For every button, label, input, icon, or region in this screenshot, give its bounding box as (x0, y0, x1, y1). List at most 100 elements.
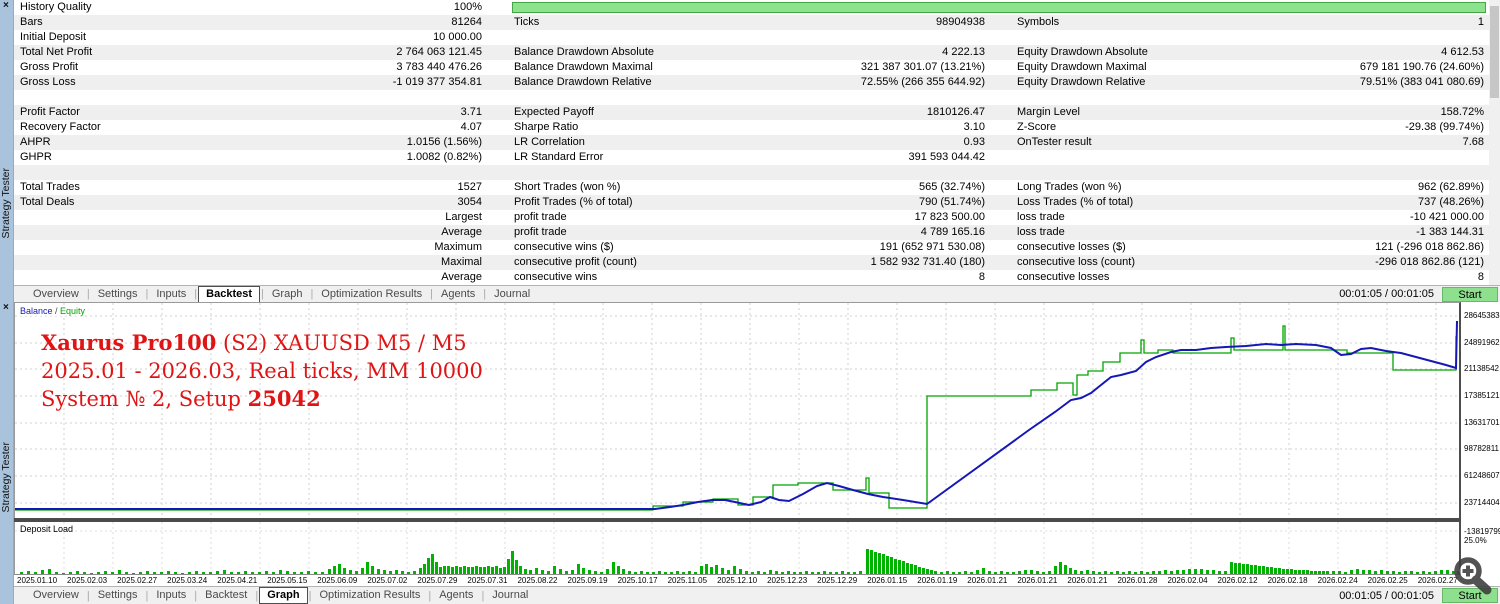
stat-label: Total Trades (20, 181, 80, 193)
stat-value: 3 783 440 476.26 (396, 61, 482, 73)
stat-value: 1.0156 (1.56%) (406, 136, 482, 148)
x-axis-date-label: 2026.02.04 (1167, 576, 1208, 585)
stat-value: -1 383 144.31 (1416, 226, 1484, 238)
strategy-tester-side-tab[interactable]: × Strategy Tester (0, 302, 14, 604)
stat-value: 72.55% (266 355 644.92) (860, 76, 985, 88)
stats-row[interactable]: AHPR 1.0156 (1.56%) LR Correlation 0.93 OnTe… (14, 135, 1489, 150)
tab-optimization-results[interactable]: Optimization Results (312, 588, 427, 603)
stats-row[interactable]: GHPR 1.0082 (0.82%) LR Standard Error 391 5… (14, 150, 1489, 165)
tab-agents[interactable]: Agents (432, 588, 480, 603)
stats-row-history-quality[interactable]: History Quality 100% (14, 0, 1489, 15)
tab-overview[interactable]: Overview (26, 287, 86, 302)
x-axis-date-label: 2025.06.09 (317, 576, 358, 585)
elapsed-time: 00:01:05 / 00:01:05 (1339, 589, 1434, 602)
x-axis-date-label: 2025.09.19 (567, 576, 608, 585)
start-button[interactable]: Start (1442, 286, 1498, 302)
scrollbar-thumb[interactable] (1490, 6, 1499, 98)
x-axis-date-label: 2025.02.27 (117, 576, 158, 585)
tab-inputs[interactable]: Inputs (149, 287, 193, 302)
tab-graph[interactable]: Graph (259, 587, 308, 604)
stats-row[interactable]: Total Net Profit 2 764 063 121.45 Balance … (14, 45, 1489, 60)
stat-label: Sharpe Ratio (514, 121, 579, 133)
tab-settings[interactable]: Settings (91, 287, 145, 302)
stats-row[interactable] (14, 165, 1489, 180)
stat-label: Symbols (1017, 16, 1060, 28)
close-icon[interactable]: × (3, 302, 9, 314)
stat-label: Recovery Factor (20, 121, 101, 133)
stat-value: 391 593 044.42 (908, 151, 985, 163)
stat-label: LR Standard Error (514, 151, 604, 163)
stats-row[interactable]: Gross Profit 3 783 440 476.26 Balance Draw… (14, 60, 1489, 75)
stat-value: 98904938 (936, 16, 985, 28)
stat-label: Expected Payoff (514, 106, 594, 118)
tab-graph[interactable]: Graph (265, 287, 310, 302)
stats-row[interactable]: Gross Loss -1 019 377 354.81 Balance Drawd… (14, 75, 1489, 90)
balance-equity-chart[interactable]: Balance / Equity Xaurus Pro100 (S2) XAUU… (14, 302, 1461, 518)
x-axis-date-label: 2026.02.25 (1367, 576, 1408, 585)
x-axis-date-label: 2026.02.24 (1317, 576, 1358, 585)
tab-journal[interactable]: Journal (485, 588, 535, 603)
scrollbar[interactable] (1489, 0, 1500, 285)
stats-row[interactable]: Bars 81264 Ticks 98904938 Symbols 1 (14, 15, 1489, 30)
stat-label: profit trade (514, 226, 567, 238)
strategy-tester-side-tab[interactable]: × Strategy Tester (0, 0, 14, 302)
stat-value: 1810126.47 (926, 106, 985, 118)
stats-row[interactable]: Total Trades 1527 Short Trades (won %) 565 … (14, 180, 1489, 195)
legend-separator: / (52, 306, 61, 316)
stat-label: Short Trades (won %) (514, 181, 621, 193)
stats-row[interactable]: Total Deals 3054 Profit Trades (% of total… (14, 195, 1489, 210)
tab-overview[interactable]: Overview (26, 588, 86, 603)
stat-label: AHPR (20, 136, 51, 148)
deposit-load-label: Deposit Load (20, 524, 74, 534)
stats-row[interactable]: Largest profit trade 17 823 500.00 loss tra… (14, 210, 1489, 225)
tab-optimization-results[interactable]: Optimization Results (314, 287, 429, 302)
stats-row[interactable]: Initial Deposit 10 000.00 (14, 30, 1489, 45)
stat-label: Balance Drawdown Maximal (514, 61, 653, 73)
stat-value: 1 (1477, 16, 1484, 28)
annotation-period: 2025.01 - 2026.03, Real ticks, MM 10000 (41, 359, 483, 383)
stat-label: History Quality (20, 1, 92, 13)
stats-row[interactable]: Recovery Factor 4.07 Sharpe Ratio 3.10 Z-Sco… (14, 120, 1489, 135)
tab-settings[interactable]: Settings (91, 588, 145, 603)
chart-legend: Balance / Equity (20, 306, 86, 316)
stat-value: 3.10 (963, 121, 985, 133)
stats-row[interactable]: Average profit trade 4 789 165.16 loss trad… (14, 225, 1489, 240)
strategy-tester-vertical-label: Strategy Tester (0, 442, 12, 513)
stats-row[interactable]: Maximal consecutive profit (count) 1 582 9… (14, 255, 1489, 270)
y-axis-label: 28645383 (1464, 311, 1500, 320)
stat-label: consecutive loss (count) (1017, 256, 1135, 268)
stats-row[interactable]: Profit Factor 3.71 Expected Payoff 1810126.… (14, 105, 1489, 120)
stat-value: 565 (32.74%) (918, 181, 985, 193)
history-quality-bar (512, 2, 1486, 13)
stat-label: Long Trades (won %) (1017, 181, 1122, 193)
stat-value: 0.93 (963, 136, 985, 148)
y-axis-label: 24891962 (1464, 338, 1500, 347)
deposit-axis-max-label: 25.0% (1464, 536, 1487, 545)
tab-backtest[interactable]: Backtest (198, 285, 260, 303)
stat-value: -29.38 (99.74%) (1405, 121, 1484, 133)
x-axis-date-label: 2025.11.05 (667, 576, 708, 585)
stat-value: 7.68 (1462, 136, 1484, 148)
stat-value: -10 421 000.00 (1409, 211, 1484, 223)
stats-row[interactable] (14, 90, 1489, 105)
tab-inputs[interactable]: Inputs (149, 588, 193, 603)
y-axis-label: 23714404 (1464, 498, 1500, 507)
deposit-load-panel[interactable]: Deposit Load (14, 522, 1461, 575)
tab-backtest[interactable]: Backtest (198, 588, 254, 603)
x-axis-date-label: 2025.05.15 (267, 576, 308, 585)
legend-balance: Balance (20, 306, 53, 316)
stats-row[interactable]: Average consecutive wins 8 consecutive loss… (14, 270, 1489, 285)
stat-label: Total Net Profit (20, 46, 93, 58)
stat-value: -296 018 862.86 (121) (1375, 256, 1484, 268)
stats-row[interactable]: Maximum consecutive wins ($) 191 (652 971 … (14, 240, 1489, 255)
close-icon[interactable]: × (3, 0, 9, 12)
annotation-setup-number: 25042 (247, 386, 321, 411)
stat-label: consecutive wins ($) (514, 241, 614, 253)
tab-agents[interactable]: Agents (434, 287, 482, 302)
stat-label: Equity Drawdown Absolute (1017, 46, 1148, 58)
stat-value: 191 (652 971 530.08) (879, 241, 985, 253)
x-axis-date-label: 2026.01.21 (967, 576, 1008, 585)
x-axis-date-label: 2025.12.23 (767, 576, 808, 585)
stat-value: 158.72% (1440, 106, 1484, 118)
tab-journal[interactable]: Journal (487, 287, 537, 302)
